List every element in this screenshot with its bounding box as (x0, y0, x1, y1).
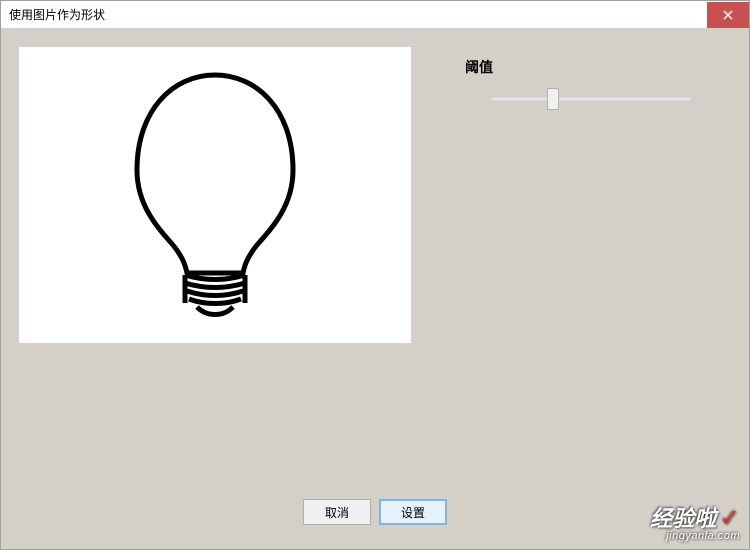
apply-button[interactable]: 设置 (379, 499, 447, 525)
title-bar: 使用图片作为形状 (1, 1, 749, 29)
control-panel: 阈值 (461, 47, 731, 343)
dialog-window: 使用图片作为形状 (0, 0, 750, 550)
close-button[interactable] (707, 2, 749, 28)
main-row: 阈值 (19, 47, 731, 343)
close-icon (723, 10, 733, 20)
slider-thumb[interactable] (547, 88, 559, 110)
dialog-body: 阈值 取消 设置 (1, 29, 749, 549)
lightbulb-icon (25, 50, 405, 340)
shape-preview (19, 47, 411, 343)
button-row: 取消 设置 (19, 499, 731, 531)
threshold-slider[interactable] (461, 97, 731, 101)
window-title: 使用图片作为形状 (9, 6, 105, 23)
slider-track (491, 97, 691, 101)
threshold-label: 阈值 (465, 57, 731, 77)
cancel-button[interactable]: 取消 (303, 499, 371, 525)
